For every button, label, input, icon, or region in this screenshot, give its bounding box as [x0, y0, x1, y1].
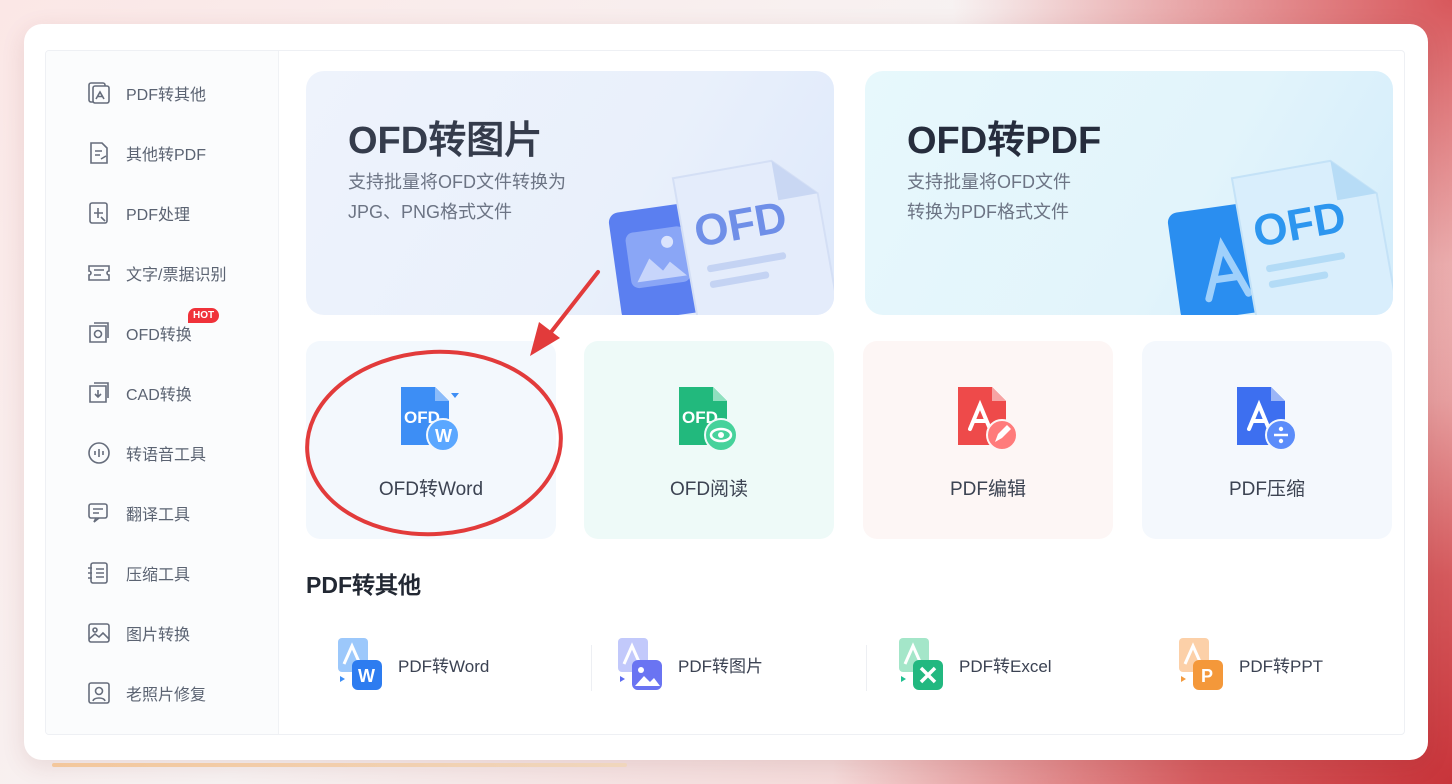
- sidebar-item-label: 翻译工具: [126, 507, 191, 524]
- sidebar-item-pdf-process[interactable]: PDF处理: [84, 197, 190, 229]
- sidebar-item-photo-restore[interactable]: 老照片修复: [84, 677, 206, 709]
- sidebar-item-label: 其他转PDF: [126, 147, 207, 164]
- translate-icon: [84, 498, 114, 528]
- image-convert-icon: [84, 618, 114, 648]
- pdf-compress-icon: [1237, 387, 1297, 451]
- sidebar-item-ofd-convert[interactable]: OFD转换 HOT: [84, 308, 220, 349]
- tool-pdf-to-word[interactable]: W PDF转Word: [336, 634, 489, 694]
- tool-pdf-to-image[interactable]: PDF转图片: [616, 634, 763, 694]
- banner-title: OFD转PDF: [907, 120, 1102, 162]
- tile-ofd-to-word[interactable]: OFD W OFD转Word: [306, 341, 556, 539]
- sidebar-item-image-convert[interactable]: 图片转换: [84, 617, 190, 649]
- sidebar-item-compress[interactable]: 压缩工具: [84, 557, 190, 589]
- bottom-progress-bar: [52, 763, 627, 767]
- divider: [591, 645, 592, 691]
- pdf-image-convert-icon: [618, 638, 662, 690]
- sidebar-item-cad-convert[interactable]: CAD转换: [84, 377, 192, 409]
- banner-description: 支持批量将OFD文件转换为 JPG、PNG格式文件: [348, 167, 608, 227]
- pdf-excel-icon: [899, 638, 943, 690]
- app-frame: PDF转其他 其他转PDF PDF处理 文字/票据识别 OFD转换 HOT CA…: [45, 50, 1405, 735]
- tile-ofd-read[interactable]: OFD OFD阅读: [584, 341, 834, 539]
- compress-icon: [84, 558, 114, 588]
- banner-desc-line: JPG、PNG格式文件: [348, 202, 513, 222]
- tile-label: PDF压缩: [1228, 479, 1305, 500]
- sidebar-item-speech[interactable]: 转语音工具: [84, 437, 206, 469]
- sidebar-item-label: PDF处理: [126, 207, 191, 224]
- speech-icon: [84, 438, 114, 468]
- sidebar-item-label: 图片转换: [126, 627, 191, 644]
- sidebar-item-other-to-pdf[interactable]: 其他转PDF: [84, 137, 206, 169]
- tool-pdf-to-ppt[interactable]: P PDF转PPT: [1177, 634, 1323, 694]
- tile-label: OFD转Word: [378, 479, 484, 500]
- ofd-image-illustration: OFD: [608, 159, 834, 315]
- sidebar-item-label: 老照片修复: [126, 687, 207, 704]
- ocr-ticket-icon: [84, 258, 114, 288]
- photo-restore-icon: [84, 678, 114, 708]
- pdf-process-icon: [84, 198, 114, 228]
- sidebar-item-label: 转语音工具: [126, 447, 207, 464]
- pdf-ppt-icon: P: [1179, 638, 1223, 690]
- banner-desc-line: 转换为PDF格式文件: [907, 202, 1069, 222]
- sidebar-item-label: 压缩工具: [126, 567, 191, 584]
- tool-label: PDF转Word: [398, 656, 490, 676]
- ofd-convert-icon: [84, 318, 114, 348]
- tool-label: PDF转Excel: [959, 656, 1052, 676]
- banner-desc-line: 支持批量将OFD文件转换为: [348, 172, 566, 192]
- word-badge-text: W: [358, 666, 375, 686]
- sidebar-item-pdf-to-other[interactable]: PDF转其他: [84, 77, 206, 109]
- sidebar: PDF转其他 其他转PDF PDF处理 文字/票据识别 OFD转换 HOT CA…: [46, 51, 279, 734]
- tool-label: PDF转图片: [678, 656, 763, 676]
- ofd-read-icon: OFD: [679, 387, 738, 452]
- sidebar-item-label: 文字/票据识别: [126, 267, 227, 284]
- banner-ofd-to-pdf[interactable]: OFD转PDF 支持批量将OFD文件 转换为PDF格式文件 OFD: [865, 71, 1393, 315]
- tile-label: OFD阅读: [669, 479, 749, 500]
- word-badge-text: W: [435, 426, 452, 446]
- sidebar-item-label: OFD转换: [126, 327, 192, 344]
- sidebar-item-label: CAD转换: [126, 387, 192, 404]
- hot-badge: HOT: [188, 308, 220, 323]
- sidebar-item-label: PDF转其他: [126, 87, 207, 104]
- pdf-edit-icon: [958, 387, 1018, 451]
- banner-desc-line: 支持批量将OFD文件: [907, 172, 1071, 192]
- banner-title: OFD转图片: [348, 120, 543, 162]
- pdf-image-icon: [84, 78, 114, 108]
- banner-description: 支持批量将OFD文件 转换为PDF格式文件: [907, 167, 1167, 227]
- ofd-word-icon: OFD W: [401, 387, 460, 452]
- tile-label: PDF编辑: [949, 479, 1026, 500]
- pdf-word-icon: W: [338, 638, 382, 690]
- divider: [866, 645, 867, 691]
- sidebar-item-ocr[interactable]: 文字/票据识别: [84, 257, 226, 289]
- section-title: PDF转其他: [306, 572, 421, 598]
- tile-pdf-edit[interactable]: PDF编辑: [863, 341, 1113, 539]
- tool-label: PDF转PPT: [1239, 656, 1324, 676]
- file-export-icon: [84, 138, 114, 168]
- tool-pdf-to-excel[interactable]: PDF转Excel: [897, 634, 1052, 694]
- ofd-pdf-illustration: OFD: [1167, 159, 1393, 315]
- banner-ofd-to-image[interactable]: OFD转图片 支持批量将OFD文件转换为 JPG、PNG格式文件 OFD: [306, 71, 834, 315]
- cad-convert-icon: [84, 378, 114, 408]
- sidebar-item-translate[interactable]: 翻译工具: [84, 497, 190, 529]
- tile-pdf-compress[interactable]: PDF压缩: [1142, 341, 1392, 539]
- ppt-badge-text: P: [1201, 666, 1213, 686]
